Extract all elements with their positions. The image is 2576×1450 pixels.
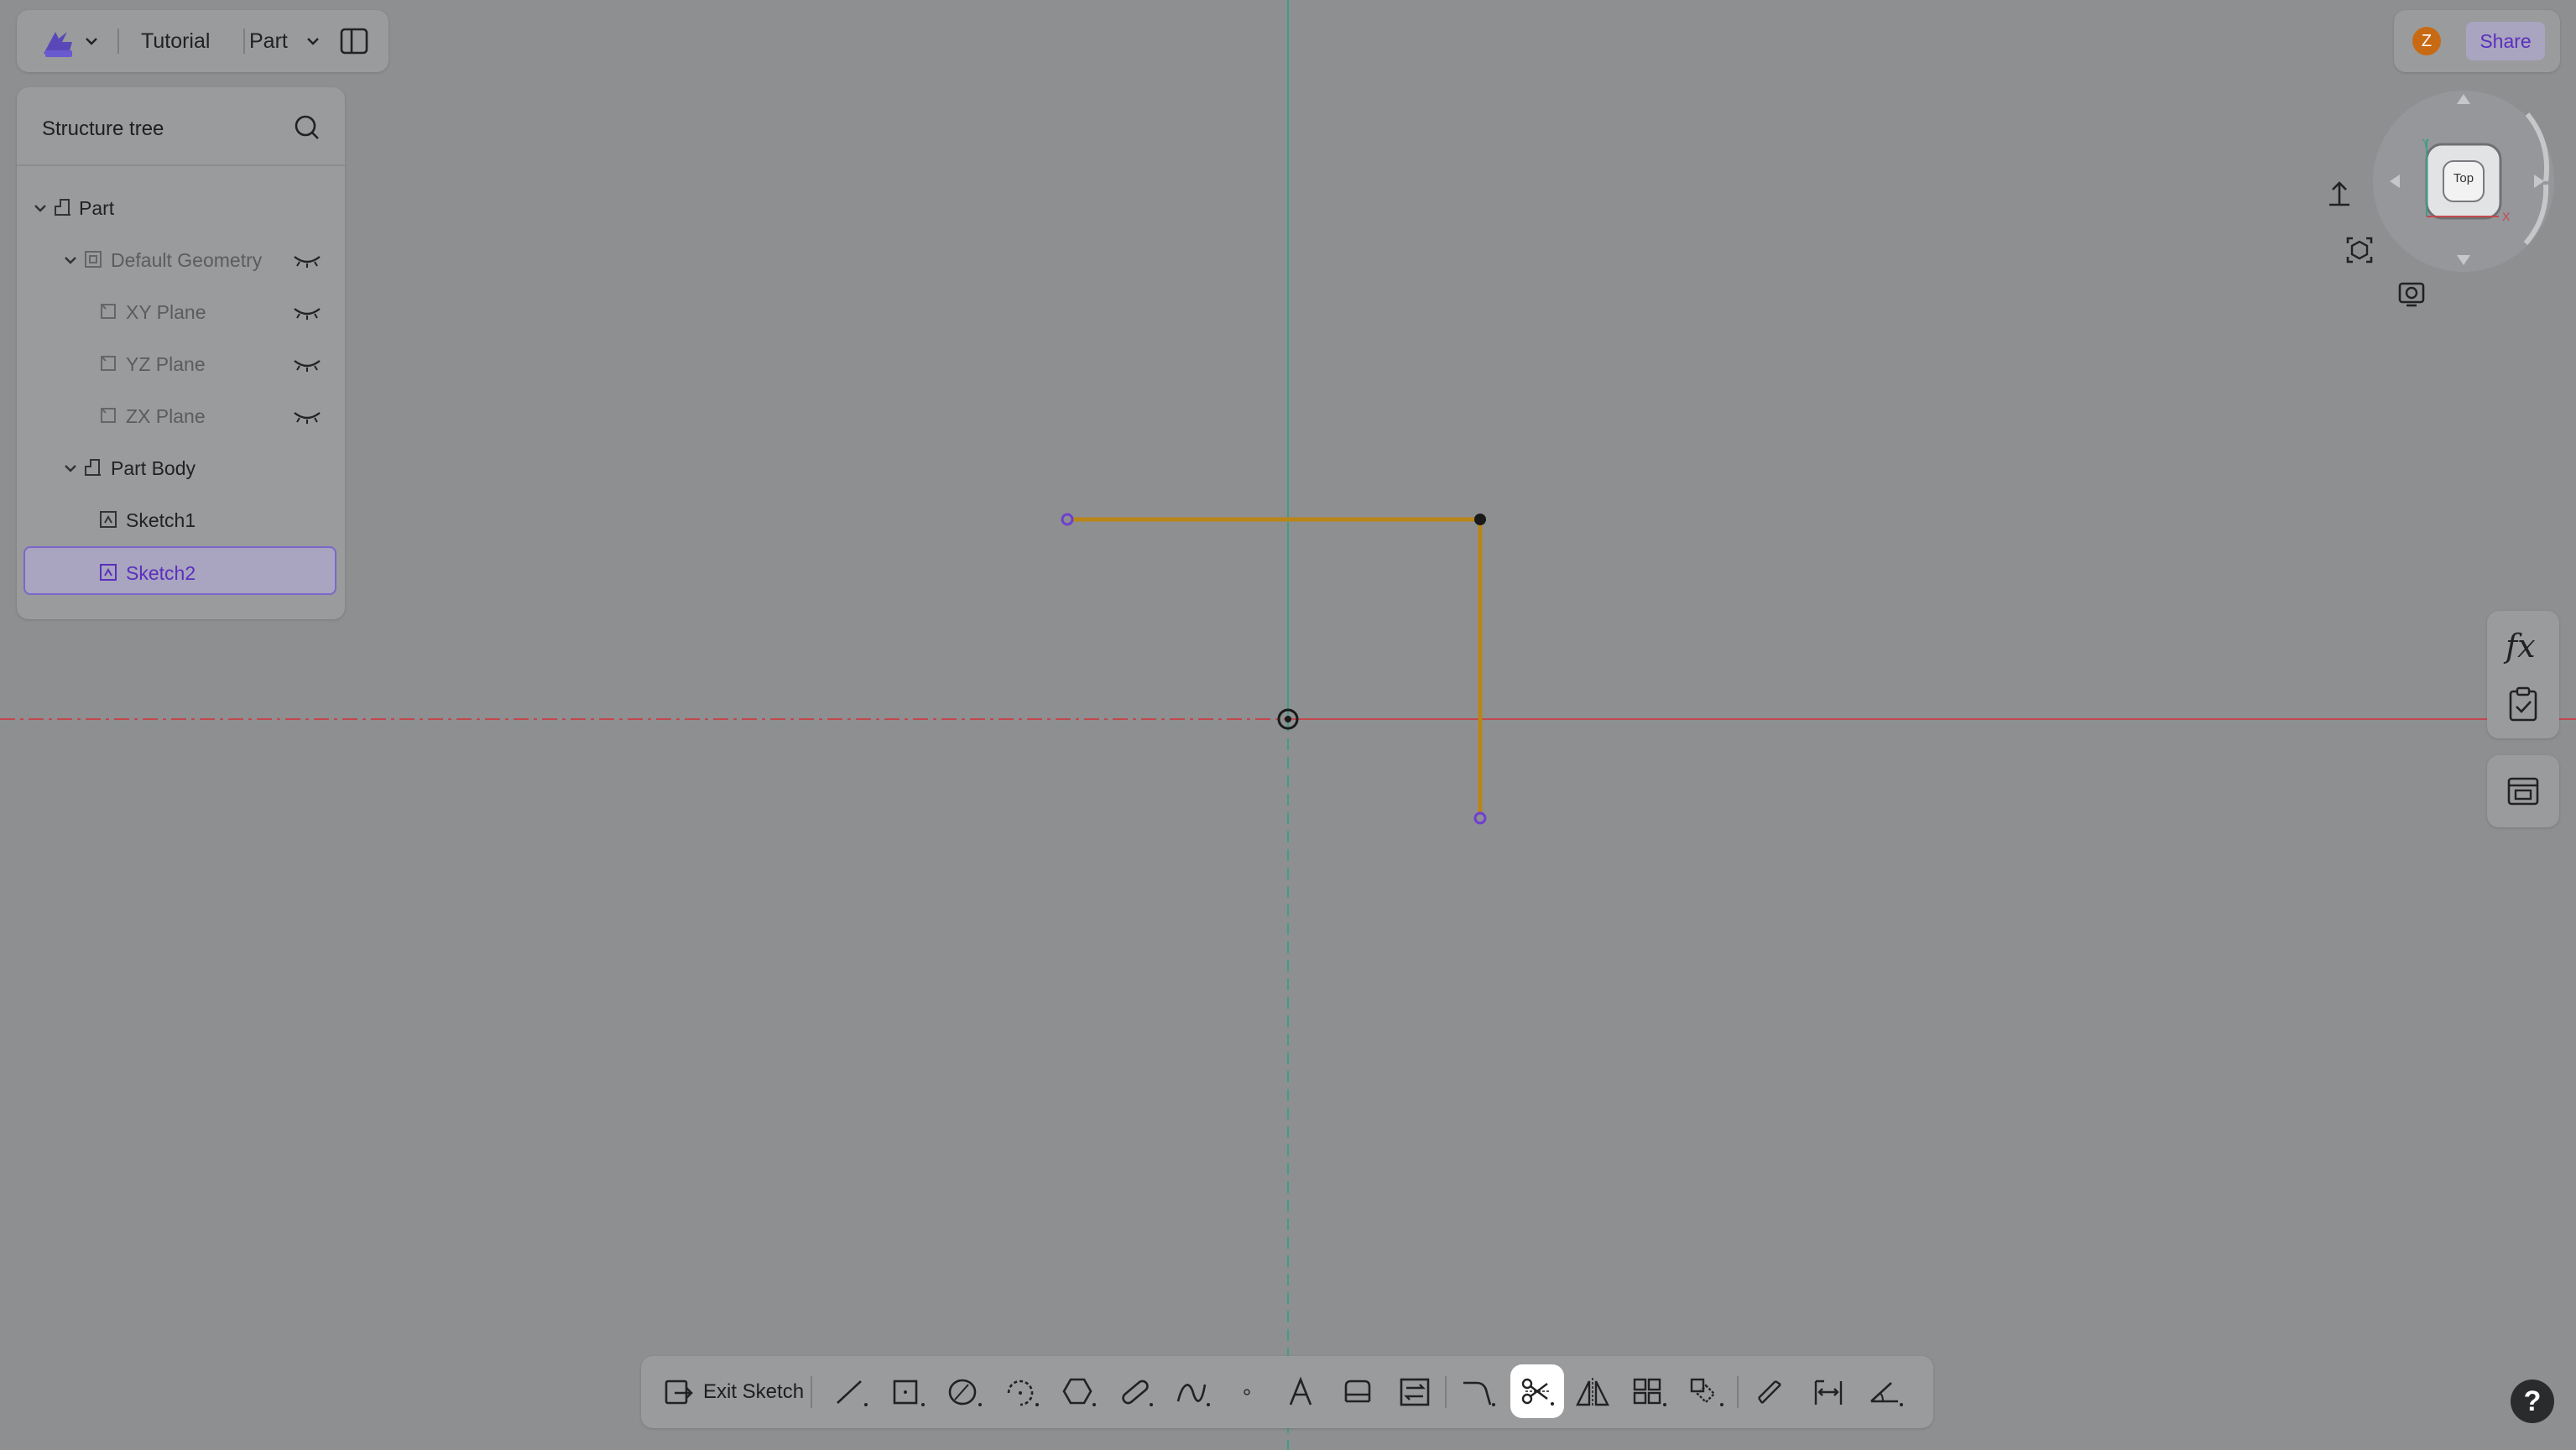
tree-item-zx-plane[interactable]: ZX Plane bbox=[17, 391, 345, 441]
point-tool-icon[interactable] bbox=[1223, 1371, 1270, 1413]
exit-sketch-icon bbox=[665, 1380, 693, 1405]
circle-tool-icon[interactable] bbox=[941, 1371, 988, 1413]
eye-closed-icon[interactable] bbox=[292, 253, 322, 269]
dimension-tool-icon[interactable] bbox=[1749, 1371, 1796, 1413]
chevron-down-icon[interactable] bbox=[305, 35, 321, 47]
divider bbox=[1445, 1376, 1447, 1408]
tree-item-label: Part Body bbox=[111, 457, 196, 479]
trim-tool-icon[interactable] bbox=[1510, 1364, 1564, 1418]
eye-closed-icon[interactable] bbox=[292, 305, 322, 321]
chevron-down-icon[interactable] bbox=[32, 200, 49, 216]
tree-item-label: XY Plane bbox=[126, 301, 206, 323]
fillet-tool-icon[interactable] bbox=[1455, 1371, 1502, 1413]
sketch-corner-point[interactable] bbox=[1474, 514, 1486, 525]
divider bbox=[811, 1376, 812, 1408]
tree-item-label: Sketch1 bbox=[126, 509, 196, 531]
part-icon bbox=[55, 199, 70, 216]
avatar[interactable]: Z bbox=[2412, 27, 2441, 55]
chevron-down-icon[interactable] bbox=[62, 252, 79, 269]
divider bbox=[117, 29, 119, 54]
sketch-icon bbox=[100, 511, 117, 528]
view-cube[interactable]: Top Y X bbox=[2370, 84, 2563, 285]
chevron-down-icon[interactable] bbox=[84, 35, 99, 47]
project-name[interactable]: Tutorial bbox=[141, 29, 210, 54]
search-icon[interactable] bbox=[292, 112, 322, 143]
tree-item-yz-plane[interactable]: YZ Plane bbox=[17, 339, 345, 389]
app-logo-icon[interactable] bbox=[39, 25, 79, 59]
convert-tool-icon[interactable] bbox=[1391, 1371, 1438, 1413]
sketch-toolbar: Exit Sketch bbox=[641, 1356, 1933, 1428]
formula-button[interactable]: fx bbox=[2506, 628, 2536, 665]
origin-center bbox=[1285, 716, 1291, 722]
spline-tool-icon[interactable] bbox=[1170, 1371, 1217, 1413]
right-side-panel-lower bbox=[2487, 755, 2559, 827]
tree-item-part-body[interactable]: Part Body bbox=[17, 443, 345, 493]
plane-icon bbox=[101, 356, 116, 371]
sketch-icon bbox=[100, 564, 117, 581]
constraint-tool-icon[interactable] bbox=[1806, 1371, 1853, 1413]
tree-item-label: ZX Plane bbox=[126, 405, 206, 427]
axis-x-label: X bbox=[2502, 210, 2511, 223]
body-icon bbox=[85, 459, 101, 476]
table-panel-icon[interactable] bbox=[2506, 774, 2541, 809]
tree-item-label: YZ Plane bbox=[126, 353, 206, 375]
divider bbox=[1737, 1376, 1739, 1408]
structure-tree-panel: Structure tree Part Default Geometry XY … bbox=[17, 87, 345, 619]
arc-tool-icon[interactable] bbox=[999, 1371, 1046, 1413]
tree-item-label: Default Geometry bbox=[111, 249, 263, 271]
plane-icon bbox=[101, 408, 116, 423]
offset-tool-icon[interactable] bbox=[1334, 1371, 1381, 1413]
top-bar: Tutorial Part bbox=[17, 10, 388, 72]
rectangle-tool-icon[interactable] bbox=[884, 1371, 931, 1413]
sketch-canvas[interactable] bbox=[0, 0, 2576, 1450]
text-tool-icon[interactable] bbox=[1277, 1371, 1324, 1413]
panel-title: Structure tree bbox=[42, 117, 164, 140]
eye-closed-icon[interactable] bbox=[292, 409, 322, 425]
tree-item-default-geometry[interactable]: Default Geometry bbox=[17, 235, 345, 285]
polygon-tool-icon[interactable] bbox=[1056, 1371, 1103, 1413]
toggle-panel-icon[interactable] bbox=[339, 27, 369, 55]
right-side-panel: fx bbox=[2487, 611, 2559, 738]
eye-closed-icon[interactable] bbox=[292, 357, 322, 373]
exit-sketch-button[interactable]: Exit Sketch bbox=[663, 1371, 804, 1413]
share-area: Z Share bbox=[2394, 10, 2560, 72]
tree-item-sketch2[interactable]: Sketch2 bbox=[23, 546, 336, 595]
chevron-down-icon[interactable] bbox=[62, 460, 79, 477]
help-button[interactable]: ? bbox=[2511, 1380, 2554, 1423]
line-tool-icon[interactable] bbox=[827, 1371, 874, 1413]
tree-item-sketch1[interactable]: Sketch1 bbox=[17, 495, 345, 545]
mode-dropdown[interactable]: Part bbox=[249, 29, 288, 54]
tree-item-part[interactable]: Part bbox=[17, 183, 345, 233]
geometry-icon bbox=[85, 251, 102, 268]
transform-tool-icon[interactable] bbox=[1683, 1371, 1730, 1413]
sketch-endpoint[interactable] bbox=[1473, 811, 1487, 825]
tree-item-xy-plane[interactable]: XY Plane bbox=[17, 287, 345, 337]
home-view-icon[interactable] bbox=[2319, 175, 2360, 215]
divider bbox=[17, 164, 345, 166]
view-cube-face-label[interactable]: Top bbox=[2447, 171, 2480, 185]
plane-icon bbox=[101, 304, 116, 319]
checklist-icon[interactable] bbox=[2507, 686, 2539, 723]
angle-tool-icon[interactable] bbox=[1863, 1371, 1910, 1413]
axis-y-label: Y bbox=[2422, 136, 2430, 149]
exit-sketch-label: Exit Sketch bbox=[703, 1380, 805, 1403]
tree-item-label: Part bbox=[79, 197, 115, 219]
slot-tool-icon[interactable] bbox=[1113, 1371, 1160, 1413]
pattern-tool-icon[interactable] bbox=[1626, 1371, 1673, 1413]
share-button[interactable]: Share bbox=[2466, 22, 2545, 60]
zoom-fit-icon[interactable] bbox=[2339, 230, 2380, 270]
display-mode-icon[interactable] bbox=[2391, 274, 2432, 314]
mirror-tool-icon[interactable] bbox=[1569, 1371, 1616, 1413]
sketch-endpoint[interactable] bbox=[1061, 513, 1074, 526]
divider bbox=[243, 29, 245, 54]
tree-item-label: Sketch2 bbox=[126, 562, 196, 584]
